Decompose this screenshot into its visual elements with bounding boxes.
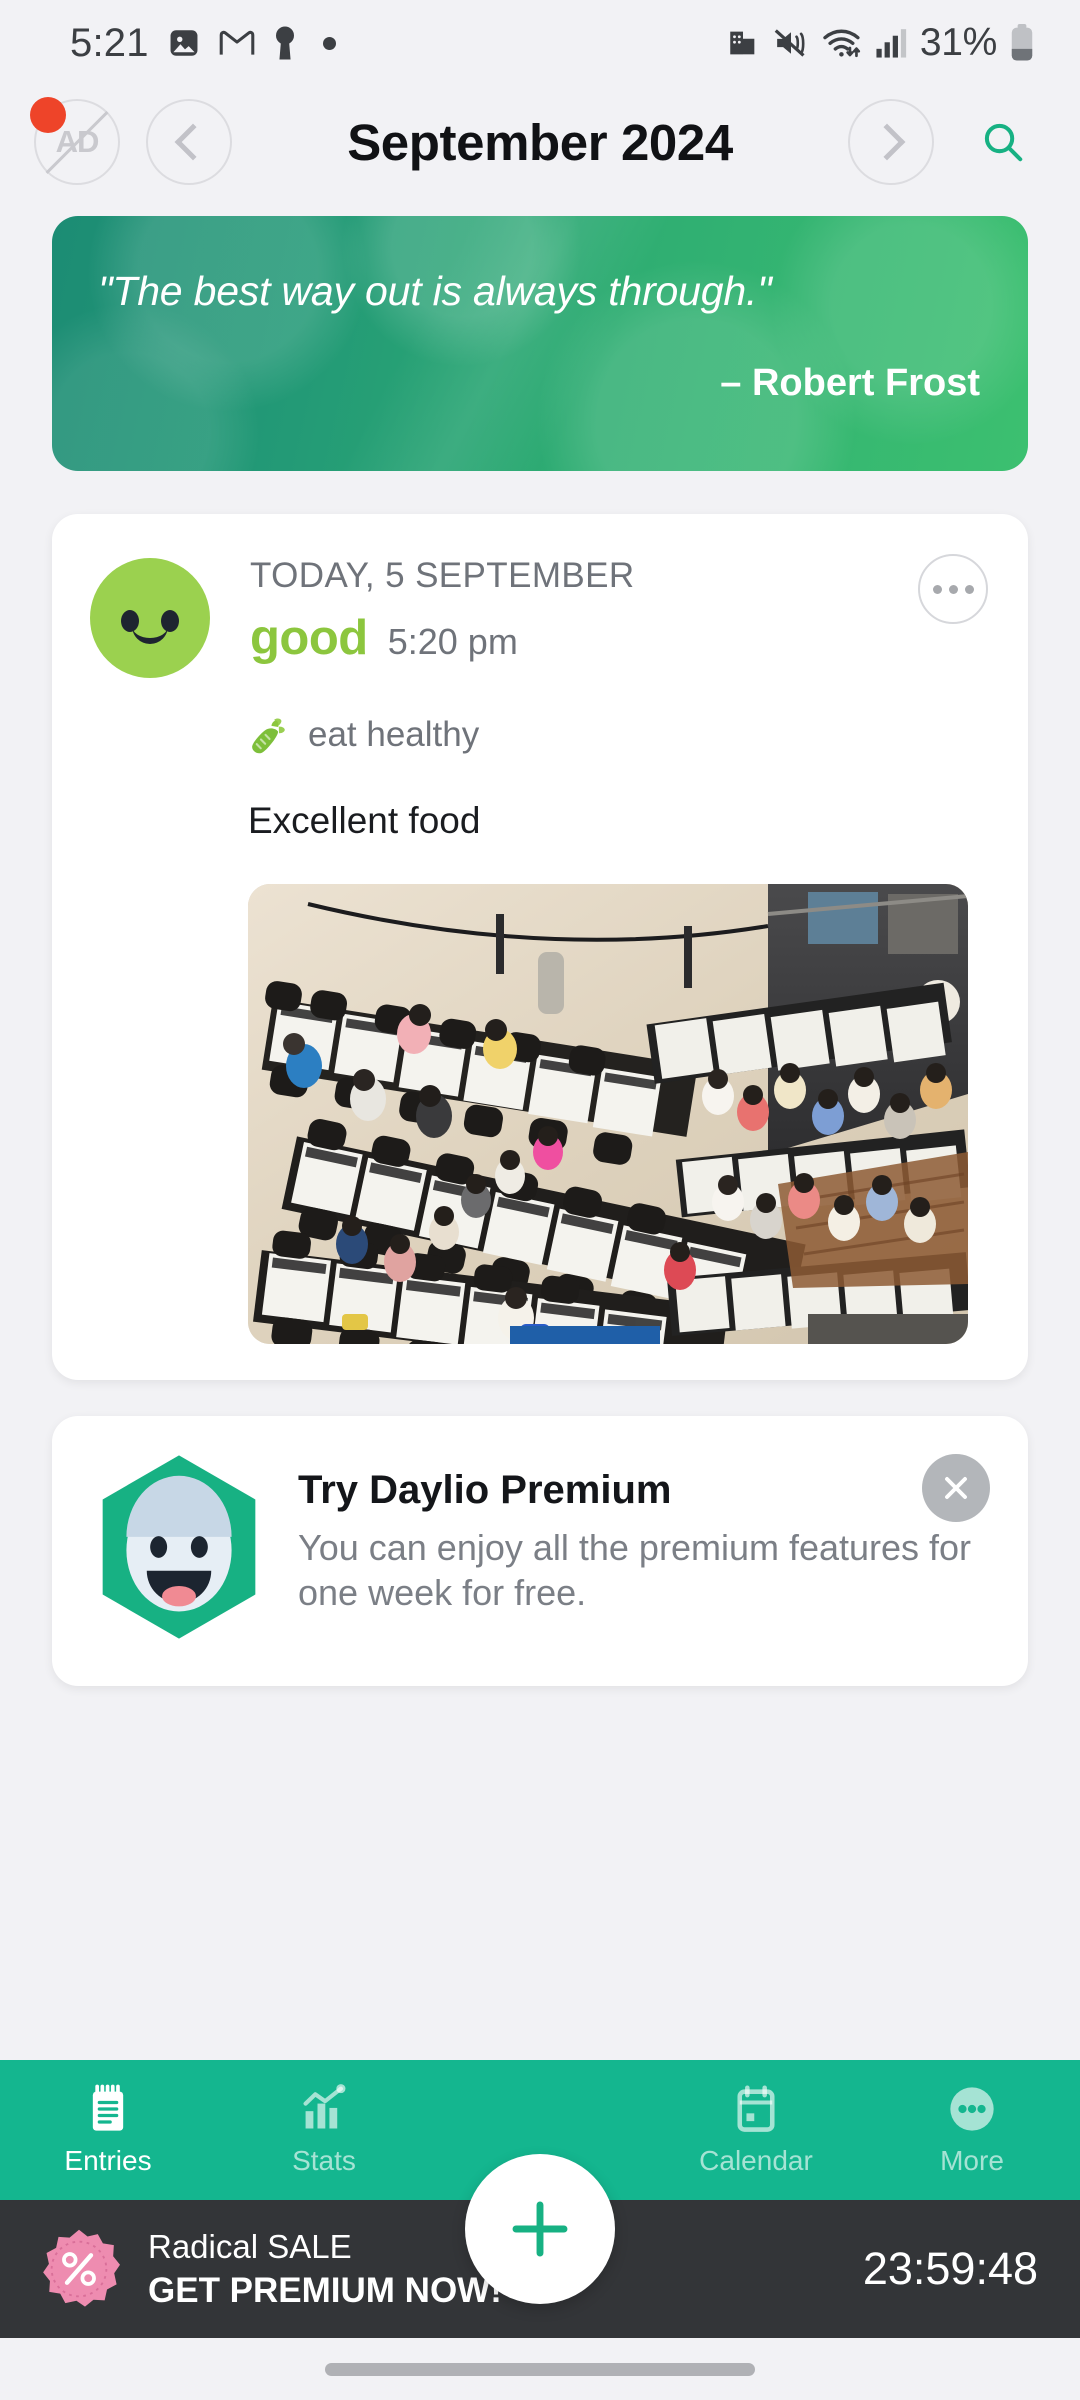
percent-badge-icon [43,2229,120,2307]
entry-time: 5:20 pm [387,621,518,662]
entry-mood-row: good 5:20 pm [250,610,918,666]
wifi-icon [823,29,860,58]
entry-card[interactable]: TODAY, 5 SEPTEMBER good 5:20 pm eat heal… [52,514,1028,1380]
entry-note: Excellent food [248,800,481,841]
mute-vibrate-icon [774,29,805,57]
entry-meta: TODAY, 5 SEPTEMBER good 5:20 pm [210,548,918,678]
add-entry-fab[interactable] [465,2154,615,2304]
quote-content: "The best way out is always through." – … [52,216,1028,405]
status-bar-left: 5:21 [70,21,336,66]
status-bar-right: 31% [726,21,1034,65]
calendar-icon [737,2085,775,2132]
chess-tournament-photo [248,884,968,1344]
premium-text-block: Try Daylio Premium You can enjoy all the… [298,1452,988,1642]
daylio-hexagon-logo [102,1455,256,1639]
mood-smile [132,624,168,644]
chart-icon [303,2084,346,2129]
close-premium-button[interactable] [922,1454,990,1522]
dot-indicator-icon [322,36,336,50]
battery-percent: 31% [919,21,997,64]
search-icon [984,123,1023,162]
status-time: 5:21 [70,20,149,65]
more-options-icon [948,584,958,594]
carrot-icon [252,718,285,754]
battery-icon [1011,24,1033,61]
close-icon [945,1477,967,1499]
nav-item-stats[interactable]: Stats [216,2083,432,2177]
plus-icon [512,2201,568,2257]
nav-item-more[interactable]: More [864,2083,1080,2177]
notebook-icon [92,2084,124,2131]
next-month-button[interactable] [848,99,934,185]
photos-icon [170,30,198,56]
more-options-icon [964,584,974,594]
keyhole-icon [275,26,294,60]
premium-subtitle: You can enjoy all the premium features f… [298,1527,972,1613]
premium-promo-card[interactable]: Try Daylio Premium You can enjoy all the… [52,1416,1028,1686]
search-button[interactable] [960,99,1046,185]
entry-photo[interactable] [248,884,968,1344]
work-profile-icon [730,31,755,55]
nav-item-entries[interactable]: Entries [0,2083,216,2177]
chevron-right-icon [868,123,906,161]
quote-card[interactable]: "The best way out is always through." – … [52,216,1028,471]
sale-countdown: 23:59:48 [862,2243,1038,2294]
nav-label-entries: Entries [64,2145,152,2176]
signal-icon [876,29,906,58]
entry-options-button[interactable] [918,554,988,624]
nav-label-more: More [940,2145,1004,2176]
entry-activity-label: eat healthy [308,715,480,754]
page-title: September 2024 [347,113,733,171]
premium-title: Try Daylio Premium [298,1468,672,1512]
prev-month-button[interactable] [146,99,232,185]
entry-header: TODAY, 5 SEPTEMBER good 5:20 pm [52,548,1028,678]
entry-mood-name: good [250,611,368,665]
chevron-left-icon [174,123,212,161]
app-header: AD September 2024 [0,86,1080,198]
more-dots-icon [950,2087,994,2131]
quote-author: – Robert Frost [720,362,980,404]
entry-date: TODAY, 5 SEPTEMBER [250,556,635,595]
gmail-icon [219,30,254,55]
entry-activity-row[interactable]: eat healthy [52,678,1028,756]
remove-ads-button[interactable]: AD [30,97,120,185]
nav-label-calendar: Calendar [699,2145,813,2176]
system-gesture-bar [0,2338,1080,2400]
gesture-pill[interactable] [325,2362,755,2376]
nav-item-calendar[interactable]: Calendar [648,2083,864,2177]
mood-face-icon [90,558,210,678]
quote-text: "The best way out is always through." [98,268,772,314]
ad-notification-badge [30,97,66,133]
status-bar: 5:21 31% [0,0,1080,86]
nav-label-stats: Stats [292,2145,356,2176]
more-options-icon [932,584,942,594]
